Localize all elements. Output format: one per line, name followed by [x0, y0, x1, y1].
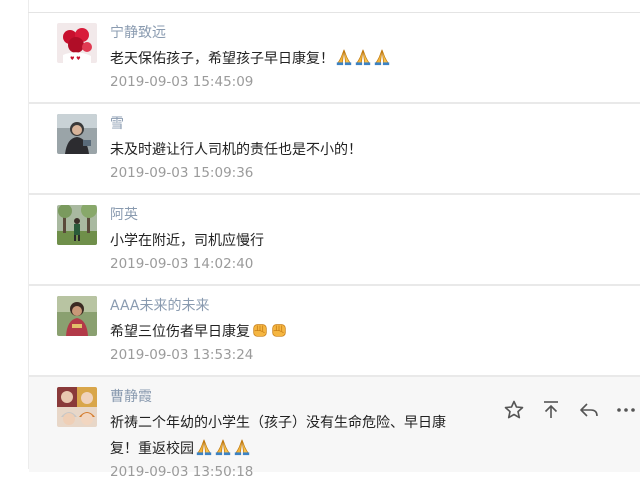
comment-text: 小学在附近，司机应慢行 — [110, 233, 264, 249]
comment-text: 老天保佑孩子，希望孩子早日康复！ — [110, 46, 455, 72]
left-margin — [0, 0, 28, 469]
comment-item: ♥ ♥ 宁静致远 老天保佑孩子，希望孩子早日康复！ 2019-09-03 15:… — [29, 13, 640, 104]
fist-emoji-icon — [251, 321, 269, 339]
commenter-name[interactable]: 阿英 — [110, 206, 138, 224]
svg-text:♥ ♥: ♥ ♥ — [70, 56, 81, 62]
pray-emoji-icon — [195, 438, 213, 456]
comment-text: 祈祷二个年幼的小学生（孩子）没有生命危险、早日康复！重返校园 — [110, 415, 446, 457]
comment-timestamp: 2019-09-03 13:53:24 — [110, 347, 254, 363]
fist-emoji-icon — [270, 321, 288, 339]
roses-avatar-icon[interactable]: ♥ ♥ — [57, 23, 97, 63]
pray-emoji-icon — [354, 48, 372, 66]
pin-to-top-icon[interactable] — [540, 399, 562, 421]
comment-item: 雪 未及时避让行人司机的责任也是不小的！ 2019-09-03 15:09:36 — [29, 104, 640, 195]
commenter-name[interactable]: 宁静致远 — [110, 24, 166, 42]
comment-text: 未及时避让行人司机的责任也是不小的！ — [110, 142, 362, 158]
commenter-name[interactable]: 雪 — [110, 115, 124, 133]
trees-walker-avatar-icon[interactable] — [57, 205, 97, 245]
comment-timestamp: 2019-09-03 14:02:40 — [110, 256, 254, 272]
person-photo-avatar-icon[interactable] — [57, 114, 97, 154]
comment-timestamp: 2019-09-03 15:45:09 — [110, 74, 254, 90]
star-icon[interactable] — [503, 399, 525, 421]
baby-hats-avatar-icon[interactable] — [57, 387, 97, 427]
pray-emoji-icon — [373, 48, 391, 66]
reply-icon[interactable] — [578, 399, 600, 421]
commenter-name[interactable]: AAA未来的未来 — [110, 297, 210, 315]
pray-emoji-icon — [335, 48, 353, 66]
comment-text: 希望三位伤者早日康复 — [110, 319, 455, 345]
woman-outdoor-avatar-icon[interactable] — [57, 296, 97, 336]
comment-item: AAA未来的未来 希望三位伤者早日康复 2019-09-03 13:53:24 — [29, 286, 640, 377]
pray-emoji-icon — [233, 438, 251, 456]
pray-emoji-icon — [214, 438, 232, 456]
comment-list: ♥ ♥ 宁静致远 老天保佑孩子，希望孩子早日康复！ 2019-09-03 15:… — [29, 13, 640, 480]
comment-item: 阿英 小学在附近，司机应慢行 2019-09-03 14:02:40 — [29, 195, 640, 286]
more-icon[interactable] — [615, 399, 637, 421]
commenter-name[interactable]: 曹静霞 — [110, 388, 152, 406]
comment-timestamp: 2019-09-03 15:09:36 — [110, 165, 254, 181]
comment-timestamp: 2019-09-03 13:50:18 — [110, 464, 254, 480]
comment-item-hovered: 曹静霞 祈祷二个年幼的小学生（孩子）没有生命危险、早日康复！重返校园 2019-… — [29, 377, 640, 480]
